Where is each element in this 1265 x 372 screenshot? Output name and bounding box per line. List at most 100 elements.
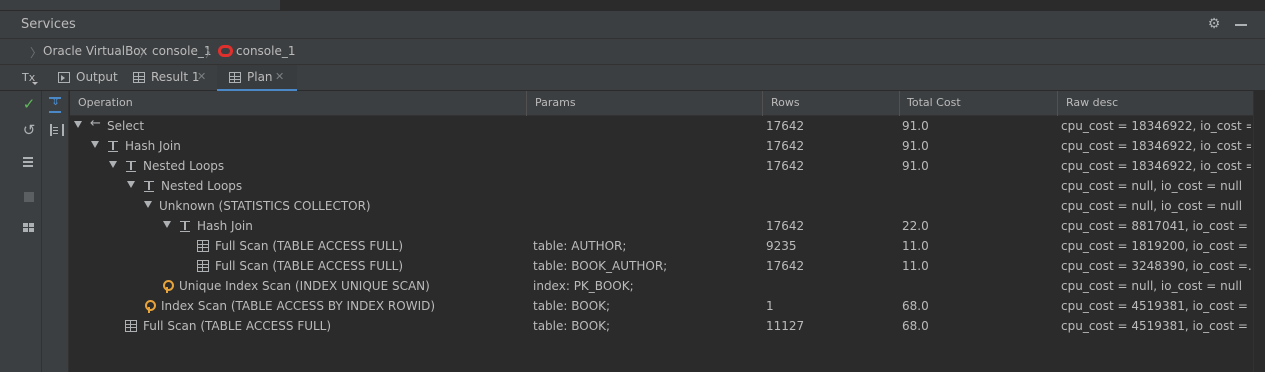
cost-cell: 91.0 xyxy=(902,159,929,173)
cost-cell: 68.0 xyxy=(902,319,929,333)
top-strip xyxy=(0,0,1265,11)
tree-expander-icon[interactable] xyxy=(109,161,117,168)
raw-desc-cell: cpu_cost = 18346922, io_cost = ... xyxy=(1061,159,1251,173)
operation-cell: Select xyxy=(107,119,145,133)
column-divider[interactable] xyxy=(526,91,527,116)
join-icon xyxy=(125,160,137,172)
rows-cell: 17642 xyxy=(766,219,805,233)
output-icon xyxy=(58,72,70,83)
cost-cell: 22.0 xyxy=(902,219,929,233)
raw-desc-cell: cpu_cost = 3248390, io_cost =... xyxy=(1061,259,1251,273)
table-row[interactable]: Nested Loops cpu_cost = null, io_cost = … xyxy=(70,176,1253,196)
table-icon xyxy=(197,260,209,272)
rows-cell: 17642 xyxy=(766,139,805,153)
chevron-right-icon: 〉 xyxy=(30,46,43,60)
column-divider[interactable] xyxy=(1057,91,1058,116)
lines-icon[interactable] xyxy=(20,153,38,171)
column-divider[interactable] xyxy=(899,91,900,116)
params-cell: table: BOOK_AUTHOR; xyxy=(533,259,668,273)
rows-cell: 9235 xyxy=(766,239,797,253)
close-icon[interactable]: ✕ xyxy=(197,70,206,83)
minimize-icon[interactable] xyxy=(1233,16,1249,32)
tree-expander-icon[interactable] xyxy=(144,201,152,208)
tab-label: Output xyxy=(76,70,118,84)
column-header-total-cost[interactable]: Total Cost xyxy=(907,96,961,109)
layout-icon[interactable] xyxy=(20,219,38,237)
join-icon xyxy=(179,220,191,232)
rows-cell: 1 xyxy=(766,299,774,313)
tab-result-1[interactable]: Result 1 ✕ xyxy=(121,65,214,91)
operation-cell: Full Scan (TABLE ACCESS FULL) xyxy=(215,239,404,253)
key-icon xyxy=(161,280,174,293)
breadcrumb-item-console[interactable]: console_1 xyxy=(152,44,212,58)
table-row[interactable]: Full Scan (TABLE ACCESS FULL) table: AUT… xyxy=(70,236,1253,256)
tree-expander-icon[interactable] xyxy=(127,181,135,188)
breadcrumb-item-virtualbox[interactable]: Oracle VirtualBox xyxy=(43,44,147,58)
tab-label: Result 1 xyxy=(151,70,200,84)
join-icon xyxy=(107,140,119,152)
commit-check-icon[interactable]: ✓ xyxy=(20,95,38,113)
tab-plan[interactable]: Plan ✕ xyxy=(217,65,297,92)
gear-icon[interactable]: ⚙ xyxy=(1206,16,1222,32)
breadcrumb: 〉 Oracle VirtualBox 〉 console_1 〉 consol… xyxy=(0,38,1265,64)
expand-all-icon[interactable] xyxy=(48,95,64,113)
raw-desc-cell: cpu_cost = 8817041, io_cost = ... xyxy=(1061,219,1251,233)
operation-cell: Unknown (STATISTICS COLLECTOR) xyxy=(159,199,371,213)
operation-cell: Hash Join xyxy=(197,219,253,233)
rollback-icon[interactable]: ↺ xyxy=(20,121,38,139)
tab-label: Plan xyxy=(247,70,273,84)
operation-cell: Full Scan (TABLE ACCESS FULL) xyxy=(143,319,332,333)
collapse-list-icon[interactable] xyxy=(48,123,64,139)
column-header-rows[interactable]: Rows xyxy=(771,96,800,109)
plan-toolbar xyxy=(42,91,69,372)
table-row[interactable]: Hash Join 17642 91.0 cpu_cost = 18346922… xyxy=(70,136,1253,156)
table-row[interactable]: Nested Loops 17642 91.0 cpu_cost = 18346… xyxy=(70,156,1253,176)
table-icon xyxy=(125,320,137,332)
select-arrow-icon xyxy=(90,116,102,132)
operation-cell: Nested Loops xyxy=(143,159,225,173)
plan-table: Operation Params Rows Total Cost Raw des… xyxy=(70,91,1265,372)
cost-cell: 68.0 xyxy=(902,299,929,313)
raw-desc-cell: cpu_cost = null, io_cost = null xyxy=(1061,279,1243,293)
table-row[interactable]: Full Scan (TABLE ACCESS FULL) table: BOO… xyxy=(70,256,1253,276)
stop-icon[interactable] xyxy=(20,188,38,206)
column-header-raw-desc[interactable]: Raw desc xyxy=(1066,96,1118,109)
rows-cell: 17642 xyxy=(766,159,805,173)
cost-cell: 11.0 xyxy=(902,239,929,253)
key-icon xyxy=(143,300,156,313)
rows-cell: 17642 xyxy=(766,259,805,273)
table-row[interactable]: Select 17642 91.0 cpu_cost = 18346922, i… xyxy=(70,116,1253,136)
params-cell: index: PK_BOOK; xyxy=(533,279,634,293)
services-title-bar: Services ⚙ xyxy=(0,11,1265,38)
operation-cell: Unique Index Scan (INDEX UNIQUE SCAN) xyxy=(179,279,430,293)
table-icon xyxy=(229,72,241,83)
chevron-right-icon: 〉 xyxy=(205,46,218,60)
column-header-operation[interactable]: Operation xyxy=(78,96,133,109)
table-row[interactable]: Unique Index Scan (INDEX UNIQUE SCAN) in… xyxy=(70,276,1253,296)
breadcrumb-item-session[interactable]: console_1 xyxy=(236,44,296,58)
raw-desc-cell: cpu_cost = null, io_cost = null xyxy=(1061,199,1243,213)
panel-title: Services xyxy=(21,17,76,32)
raw-desc-cell: cpu_cost = 4519381, io_cost = ... xyxy=(1061,299,1251,313)
tree-expander-icon[interactable] xyxy=(91,141,99,148)
tree-expander-icon[interactable] xyxy=(74,121,82,128)
chevron-right-icon: 〉 xyxy=(139,46,152,60)
raw-desc-cell: cpu_cost = 18346922, io_cost = ... xyxy=(1061,119,1251,133)
tree-expander-icon[interactable] xyxy=(163,221,171,228)
table-row[interactable]: Unknown (STATISTICS COLLECTOR) cpu_cost … xyxy=(70,196,1253,216)
table-row[interactable]: Full Scan (TABLE ACCESS FULL) table: BOO… xyxy=(70,316,1253,336)
table-row[interactable]: Index Scan (TABLE ACCESS BY INDEX ROWID)… xyxy=(70,296,1253,316)
operation-cell: Nested Loops xyxy=(161,179,243,193)
oracle-icon xyxy=(218,45,233,57)
table-header: Operation Params Rows Total Cost Raw des… xyxy=(70,91,1253,116)
raw-desc-cell: cpu_cost = 1819200, io_cost = ... xyxy=(1061,239,1251,253)
scrollbar-track[interactable] xyxy=(1253,91,1265,372)
column-divider[interactable] xyxy=(762,91,763,116)
close-icon[interactable]: ✕ xyxy=(275,70,284,83)
join-icon xyxy=(143,180,155,192)
operation-cell: Hash Join xyxy=(125,139,181,153)
table-row[interactable]: Hash Join 17642 22.0 cpu_cost = 8817041,… xyxy=(70,216,1253,236)
raw-desc-cell: cpu_cost = 4519381, io_cost = ... xyxy=(1061,319,1251,333)
column-header-params[interactable]: Params xyxy=(535,96,576,109)
tab-output[interactable]: Output xyxy=(48,65,121,91)
